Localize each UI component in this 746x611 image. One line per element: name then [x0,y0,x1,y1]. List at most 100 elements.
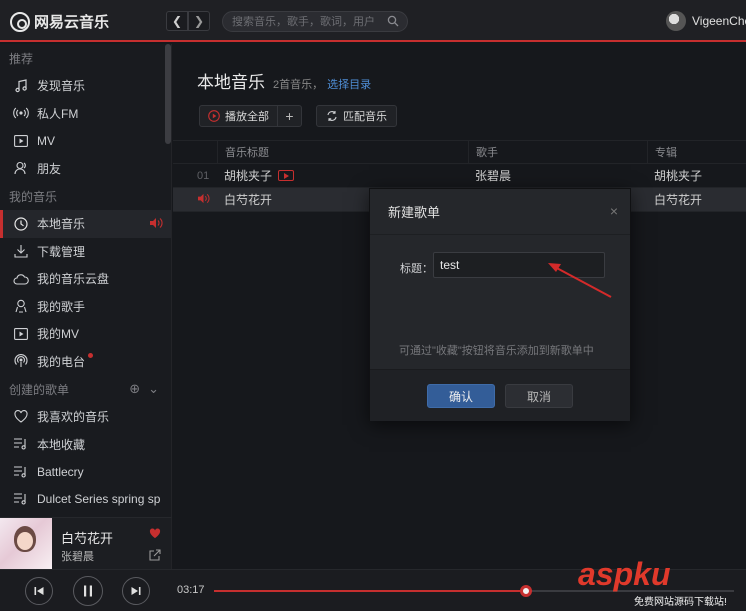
share-icon[interactable] [149,549,161,561]
confirm-button[interactable]: 确认 [427,384,495,408]
sidebar-item-label: 下载管理 [37,244,86,259]
sidebar-item-cloud[interactable]: 我的音乐云盘 [0,265,171,293]
table-row[interactable]: 01 胡桃夹子 张碧晨 胡桃夹子 [173,164,746,188]
sidebar-item-local-favorites[interactable]: 本地收藏 [0,431,171,459]
radio-signal-icon [13,105,29,121]
add-playlist-icon[interactable]: ⊕ [129,381,140,397]
sidebar-item-label: 发现音乐 [37,79,86,94]
dialog-footer: 确认 取消 [370,369,630,421]
col-artist-header[interactable]: 歌手 [468,141,647,163]
search-icon[interactable] [387,15,399,27]
heart-filled-icon[interactable] [149,528,161,539]
album-cover[interactable] [0,518,52,570]
top-bar: 网易云音乐 ❮ ❯ VigeenChe [0,0,746,42]
user-menu[interactable]: VigeenChe [666,11,746,31]
sidebar-item-mv[interactable]: MV [0,127,171,155]
song-title: 胡桃夹子 [224,169,273,183]
previous-icon [34,587,44,595]
sidebar-item-local-music[interactable]: 本地音乐 [0,210,171,238]
heart-icon [13,409,29,425]
row-index: 01 [197,169,210,182]
watermark-brand-a: asp [578,556,634,592]
progress-handle[interactable] [520,585,532,597]
user-name[interactable]: VigeenChe [692,14,746,28]
singer-icon [13,298,29,314]
next-button[interactable] [122,577,150,605]
sidebar-item-label: MV [37,133,55,148]
notification-dot [88,352,94,358]
select-directory-link[interactable]: 选择目录 [327,76,371,92]
cloud-icon [13,271,29,287]
sidebar-item-label: 本地收藏 [37,437,86,452]
action-bar: 播放全部 + 匹配音乐 [199,105,397,127]
cancel-button[interactable]: 取消 [505,384,573,408]
now-playing-title[interactable]: 白芍花开 [61,528,113,547]
history-nav: ❮ ❯ [166,11,210,31]
add-to-playlist-button[interactable]: + [277,106,301,126]
speaker-icon [198,193,210,203]
app-logo-text: 网易云音乐 [34,14,110,31]
col-title-header[interactable]: 音乐标题 [217,141,468,163]
title-field-label: 标题： [400,263,433,275]
podcast-icon [13,353,29,369]
app-logo[interactable]: 网易云音乐 [10,11,109,32]
sidebar-item-discover[interactable]: 发现音乐 [0,72,171,100]
close-icon[interactable]: × [610,203,618,219]
current-time: 03:17 [177,584,205,596]
group-title-recommend: 推荐 [9,51,34,66]
friends-icon [13,160,29,176]
play-all-group: 播放全部 + [199,105,302,127]
sidebar-item-label: 我的MV [37,327,80,342]
sidebar-item-label: 本地音乐 [37,217,86,232]
pause-button[interactable] [73,576,103,606]
sidebar-item-label: 我的电台 [37,354,86,369]
song-album[interactable]: 胡桃夹子 [647,164,746,187]
user-avatar[interactable] [666,11,686,31]
song-artist[interactable]: 张碧晨 [468,164,647,187]
play-all-button[interactable]: 播放全部 [200,106,277,126]
watermark-subtitle: 免费网站源码下载站! [634,597,727,608]
watermark-brand-b: ku [633,556,671,592]
mv-badge-icon[interactable] [278,170,295,181]
chevron-down-icon[interactable]: ⌄ [148,381,159,397]
col-album-header[interactable]: 专辑 [647,141,746,163]
playlist-icon [13,436,29,452]
dialog-hint: 可通过"收藏"按钮将音乐添加到新歌单中 [399,345,594,357]
video-icon [13,133,29,149]
previous-button[interactable] [25,577,53,605]
sidebar-item-my-radio[interactable]: 我的电台 [0,348,171,376]
sidebar-item-my-mv[interactable]: 我的MV [0,320,171,348]
forward-button[interactable]: ❯ [188,11,210,31]
match-music-label: 匹配音乐 [343,111,387,123]
group-title-created-playlists: 创建的歌单 ⊕ ⌄ [0,375,171,403]
sidebar-item-singers[interactable]: 我的歌手 [0,293,171,321]
sidebar: 推荐 发现音乐 私人FM MV 朋友 我的音乐 本地音乐 下载管理 我的音乐云盘… [0,44,172,517]
netease-logo-icon [10,11,30,32]
sidebar-item-dulcet[interactable]: Dulcet Series spring sp [0,486,171,514]
playlist-icon [13,464,29,480]
sidebar-item-battlecry[interactable]: Battlecry [0,458,171,486]
play-circle-icon [208,110,220,122]
back-button[interactable]: ❮ [166,11,188,31]
sidebar-item-label: 我的歌手 [37,299,86,314]
refresh-icon [327,111,337,121]
sidebar-item-friends[interactable]: 朋友 [0,155,171,183]
play-all-label: 播放全部 [225,111,269,123]
sidebar-item-downloads[interactable]: 下载管理 [0,238,171,266]
song-count: 2首音乐， [273,79,324,91]
search-input[interactable] [232,15,382,28]
music-note-icon [13,78,29,94]
match-music-button[interactable]: 匹配音乐 [316,105,397,127]
watermark: aspku 免费网站源码下载站! [578,556,746,611]
table-header: 音乐标题 歌手 专辑 [173,140,746,164]
sidebar-item-fm[interactable]: 私人FM [0,100,171,128]
now-playing-artist[interactable]: 张碧晨 [61,548,94,564]
clock-icon [13,216,29,232]
video-icon [13,326,29,342]
page-header: 本地音乐 2首音乐， 选择目录 [197,68,371,93]
sidebar-item-liked[interactable]: 我喜欢的音乐 [0,403,171,431]
sidebar-item-label: Battlecry [37,464,84,479]
group-title-label: 创建的歌单 [9,382,70,397]
song-album[interactable]: 白芍花开 [647,188,746,211]
sidebar-item-label: 我喜欢的音乐 [37,410,110,425]
